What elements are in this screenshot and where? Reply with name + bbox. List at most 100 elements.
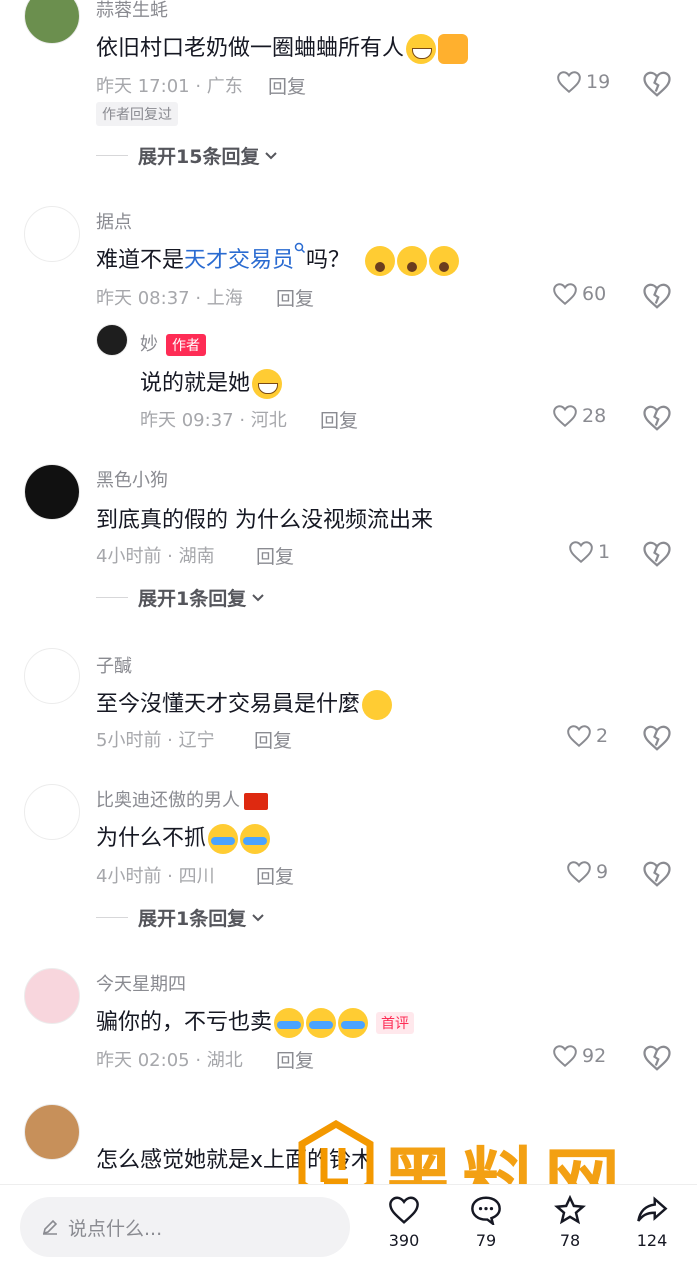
comment-username[interactable]: 今天星期四 bbox=[96, 970, 186, 996]
comment-input[interactable]: 说点什么... bbox=[20, 1197, 350, 1257]
heart-icon bbox=[389, 1196, 419, 1224]
reply-button[interactable]: 回复 bbox=[276, 1046, 314, 1073]
grin-emoji-icon bbox=[252, 369, 283, 399]
comment-text: 怎么感觉她就是x上面的铃木 bbox=[96, 1148, 374, 1173]
reply-avatar[interactable] bbox=[96, 324, 128, 356]
reply-text-content: 说的就是她 bbox=[140, 371, 251, 396]
expand-replies-button[interactable]: 展开1条回复 bbox=[138, 904, 266, 931]
comment-text-content: 骗你的，不亏也卖 bbox=[96, 1010, 273, 1035]
expand-replies-button[interactable]: 展开15条回复 bbox=[138, 142, 279, 169]
comment-username[interactable]: 比奥迪还傲的男人 bbox=[96, 790, 240, 811]
comment-text: 依旧村口老奶做一圈蛐蛐所有人 bbox=[96, 30, 469, 64]
reply-username-row: 妙作者 bbox=[140, 330, 206, 356]
like-count: 1 bbox=[598, 541, 611, 563]
share-action[interactable]: 124 bbox=[622, 1195, 682, 1250]
like-count: 9 bbox=[596, 861, 609, 883]
comment-text: 至今沒懂天才交易員是什麼 bbox=[96, 686, 393, 720]
reply-text: 说的就是她 bbox=[140, 365, 283, 399]
first-comment-badge: 首评 bbox=[376, 1012, 415, 1034]
like-button[interactable]: 2 bbox=[566, 724, 608, 748]
like-button[interactable]: 1 bbox=[568, 540, 610, 564]
favorite-action[interactable]: 78 bbox=[540, 1194, 600, 1250]
crying-laughing-emoji-icon bbox=[240, 824, 271, 854]
reply-button[interactable]: 回复 bbox=[276, 284, 314, 311]
expand-divider bbox=[96, 917, 128, 918]
reply-button[interactable]: 回复 bbox=[256, 862, 294, 889]
avatar[interactable] bbox=[24, 784, 80, 840]
crying-laughing-emoji-icon bbox=[274, 1008, 305, 1038]
reply-username[interactable]: 妙 bbox=[140, 334, 158, 355]
dislike-icon[interactable] bbox=[642, 724, 672, 752]
favorite-action-count: 78 bbox=[559, 1231, 581, 1250]
shocked-emoji-icon bbox=[397, 246, 428, 276]
dislike-icon[interactable] bbox=[642, 282, 672, 310]
bottom-bar: 说点什么... 390 79 78 124 bbox=[0, 1184, 697, 1281]
comment-username[interactable]: 据点 bbox=[96, 208, 132, 234]
comment-text-content: 至今沒懂天才交易員是什麼 bbox=[96, 692, 361, 717]
expand-replies-label: 展开15条回复 bbox=[138, 146, 260, 168]
dislike-icon[interactable] bbox=[642, 540, 672, 568]
like-count: 92 bbox=[582, 1045, 607, 1067]
like-action[interactable]: 390 bbox=[374, 1195, 434, 1250]
expand-divider bbox=[96, 597, 128, 598]
reply-button[interactable]: 回复 bbox=[254, 726, 292, 753]
dislike-icon[interactable] bbox=[642, 70, 672, 98]
comment-time-location: 4小时前 · 湖南 bbox=[96, 546, 215, 567]
heart-icon bbox=[553, 1045, 577, 1068]
like-button[interactable]: 92 bbox=[552, 1044, 606, 1068]
reply-button[interactable]: 回复 bbox=[256, 542, 294, 569]
star-icon bbox=[554, 1194, 586, 1225]
comment-text-content: 为什么不抓 bbox=[96, 826, 207, 851]
comment-action-count: 79 bbox=[475, 1231, 497, 1250]
avatar[interactable] bbox=[24, 648, 80, 704]
like-button[interactable]: 19 bbox=[556, 70, 610, 94]
expand-replies-button[interactable]: 展开1条回复 bbox=[138, 584, 266, 611]
crying-laughing-emoji-icon bbox=[338, 1008, 369, 1038]
reply-time-location: 昨天 09:37 · 河北 bbox=[140, 410, 287, 431]
like-button[interactable]: 60 bbox=[552, 282, 606, 306]
chevron-down-icon bbox=[252, 913, 264, 921]
comment-text: 骗你的，不亏也卖 首评 bbox=[96, 1004, 415, 1038]
reply-button[interactable]: 回复 bbox=[268, 72, 306, 99]
like-button[interactable]: 28 bbox=[552, 404, 606, 428]
search-icon[interactable] bbox=[294, 242, 306, 254]
comment-time-location: 4小时前 · 四川 bbox=[96, 866, 215, 887]
reply-button[interactable]: 回复 bbox=[320, 406, 358, 433]
author-badge: 作者 bbox=[166, 334, 206, 356]
heart-icon bbox=[553, 405, 577, 428]
comment-text: 为什么不抓 bbox=[96, 820, 271, 854]
dislike-icon[interactable] bbox=[642, 860, 672, 888]
avatar[interactable] bbox=[24, 206, 80, 262]
avatar[interactable] bbox=[24, 968, 80, 1024]
search-link[interactable]: 天才交易员 bbox=[184, 248, 294, 273]
comment-text: 到底真的假的 为什么没视频流出来 bbox=[96, 508, 433, 533]
crying-laughing-emoji-icon bbox=[306, 1008, 337, 1038]
dislike-icon[interactable] bbox=[642, 404, 672, 432]
grin-emoji-icon bbox=[406, 34, 437, 64]
comment-username-row: 比奥迪还傲的男人 bbox=[96, 786, 268, 812]
like-button[interactable]: 9 bbox=[566, 860, 608, 884]
heart-icon bbox=[567, 725, 591, 748]
comment-username[interactable]: 子醎 bbox=[96, 652, 132, 678]
avatar[interactable] bbox=[24, 464, 80, 520]
heart-icon bbox=[557, 71, 581, 94]
comment-input-placeholder: 说点什么... bbox=[68, 1217, 163, 1240]
dislike-icon[interactable] bbox=[642, 1044, 672, 1072]
expand-divider bbox=[96, 155, 128, 156]
avatar[interactable] bbox=[24, 1104, 80, 1160]
pencil-icon bbox=[42, 1219, 58, 1235]
comment-time-location: 昨天 17:01 · 广东 bbox=[96, 76, 243, 97]
chevron-down-icon bbox=[265, 151, 278, 159]
avatar[interactable] bbox=[24, 0, 80, 44]
author-replied-tag: 作者回复过 bbox=[96, 102, 178, 126]
comment-action[interactable]: 79 bbox=[456, 1195, 516, 1250]
thumbs-up-emoji-icon bbox=[438, 34, 469, 64]
shocked-emoji-icon bbox=[429, 246, 460, 276]
comment-username[interactable]: 蒜蓉生蚝 bbox=[96, 0, 168, 22]
comment-username[interactable]: 黑色小狗 bbox=[96, 466, 168, 492]
comment-text: 难道不是天才交易员 吗？ bbox=[96, 242, 460, 276]
comment-time-location: 昨天 02:05 · 湖北 bbox=[96, 1050, 243, 1071]
chevron-down-icon bbox=[252, 593, 264, 601]
like-count: 60 bbox=[582, 283, 607, 305]
share-action-count: 124 bbox=[636, 1231, 668, 1250]
